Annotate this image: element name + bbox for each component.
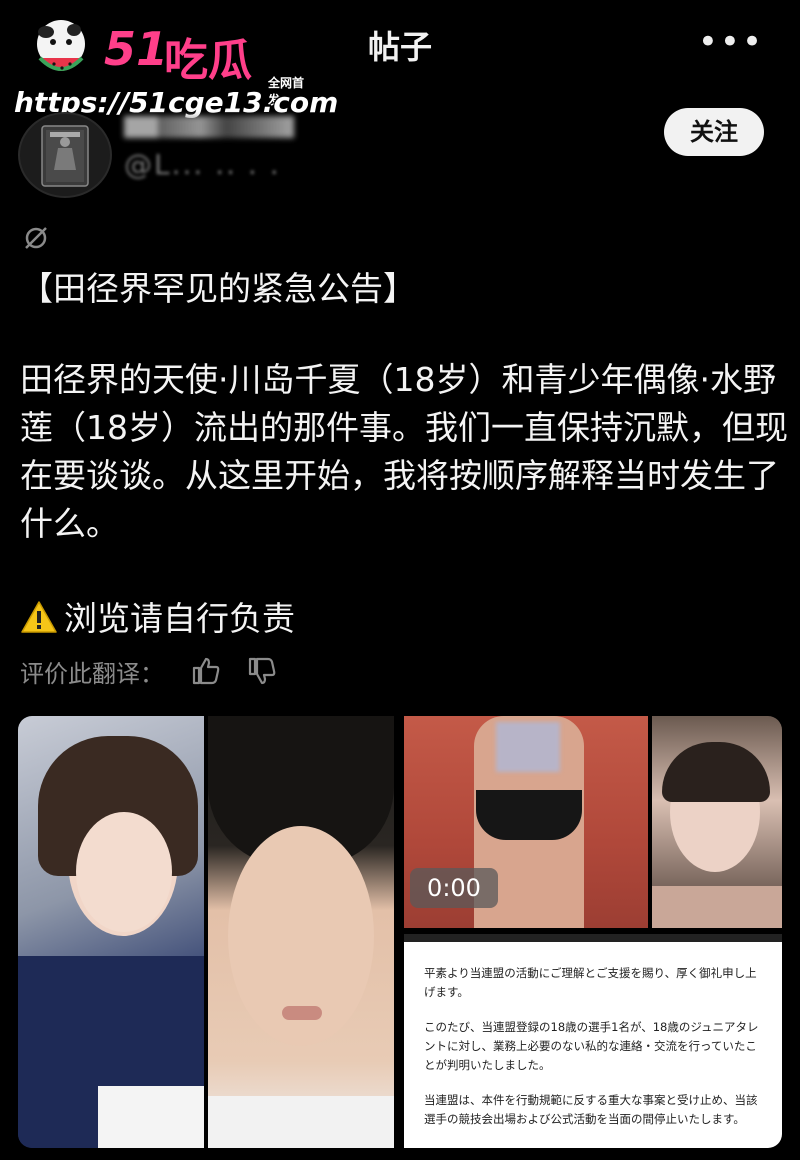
document-header	[404, 934, 782, 942]
author-avatar[interactable]	[18, 112, 112, 198]
author-name-blurred	[124, 116, 294, 138]
logo-number: 51	[104, 22, 169, 76]
rate-translation-label: 评价此翻译：	[20, 660, 164, 688]
author-handle: @L... .. . .	[124, 148, 281, 181]
more-horizontal-icon[interactable]: •••	[698, 22, 764, 62]
warning-icon	[21, 601, 57, 633]
media-grid: 平素より当連盟の活動にご理解とご支援を賜り、厚く御礼申し上げます。 このたび、当…	[18, 716, 782, 1148]
notebook-avatar-image	[41, 125, 89, 187]
post-heading: 【田径界罕见的紧急公告】	[20, 269, 416, 308]
document-text: 平素より当連盟の活動にご理解とご支援を賜り、厚く御礼申し上げます。 このたび、当…	[424, 964, 764, 1145]
follow-button[interactable]: 关注	[664, 108, 764, 156]
athlete-photo[interactable]	[18, 716, 204, 1148]
selfie-photo[interactable]	[652, 716, 782, 928]
no-entry-icon	[25, 227, 47, 249]
thumbs-up-icon[interactable]	[190, 656, 222, 686]
document-paragraph: このたび、当連盟登録の18歳の選手1名が、18歳のジュニアタレントに対し、業務上…	[424, 1020, 759, 1072]
idol-photo[interactable]	[208, 716, 394, 1148]
post-body: 田径界的天使·川岛千夏（18岁）和青少年偶像·水野莲（18岁）流出的那件事。我们…	[20, 360, 788, 543]
thumbs-down-icon[interactable]	[246, 656, 278, 686]
logo-text: 吃瓜	[164, 35, 252, 86]
document-image[interactable]: 平素より当連盟の活動にご理解とご支援を賜り、厚く御礼申し上げます。 このたび、当…	[404, 934, 782, 1148]
video-duration-badge: 0:00	[410, 868, 498, 908]
document-paragraph: 当連盟は、本件を行動規範に反する重大な事案と受け止め、当該選手の競技会出場および…	[424, 1093, 758, 1126]
watermelon-mascot-icon	[37, 20, 85, 71]
watermark-logo: 51 吃瓜 全网首发 https://51cge13.com	[12, 10, 338, 119]
document-paragraph: 平素より当連盟の活動にご理解とご支援を賜り、厚く御礼申し上げます。	[424, 966, 757, 999]
warning-line: 浏览请自行负责	[20, 592, 295, 640]
warning-text: 浏览请自行负责	[64, 599, 295, 638]
